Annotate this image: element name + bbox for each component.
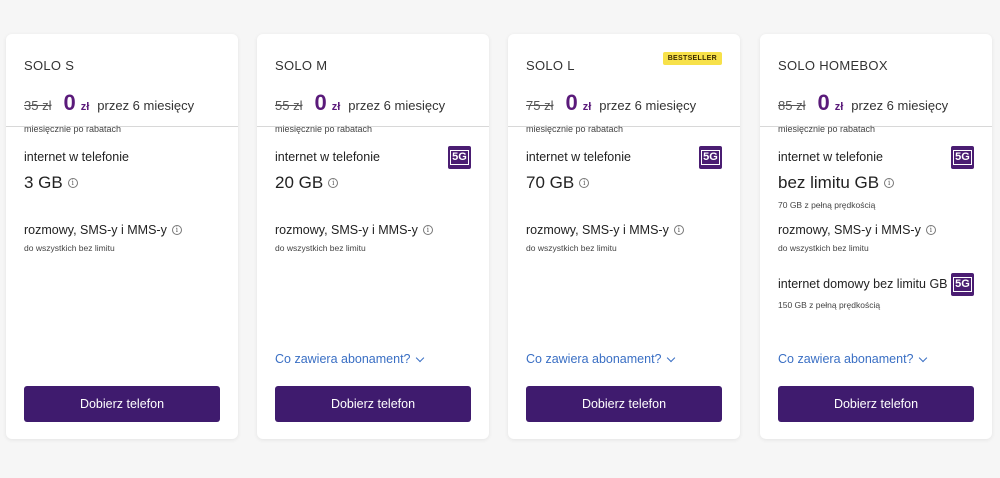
currency: zł — [331, 101, 341, 113]
calls-note: do wszystkich bez limitu — [275, 243, 366, 253]
calls-label-text: rozmowy, SMS-y i MMS-y — [778, 223, 921, 237]
plan-name: SOLO S — [24, 58, 75, 73]
monthly-note: miesięcznie po rabatach — [275, 124, 373, 134]
plan-card-solo-s: SOLO S 35 zł 0 zł przez 6 miesięcy miesi… — [6, 34, 238, 439]
choose-phone-button[interactable]: Dobierz telefon — [275, 386, 471, 422]
home-internet-label: internet domowy bez limitu GB — [778, 277, 948, 291]
currency: zł — [834, 101, 844, 113]
chevron-down-icon[interactable] — [666, 353, 675, 362]
plan-details-link-text[interactable]: Co zawiera abonament? — [275, 352, 411, 366]
info-icon[interactable]: i — [422, 225, 433, 235]
price-row: 55 zł 0 zł przez 6 miesięcy — [275, 90, 445, 116]
chevron-down-icon[interactable] — [918, 353, 927, 362]
price-row: 35 zł 0 zł przez 6 miesięcy — [24, 90, 194, 116]
bestseller-badge: BESTSELLER — [662, 52, 722, 65]
plan-details-link-text[interactable]: Co zawiera abonament? — [778, 352, 914, 366]
5g-icon-label: 5G — [450, 150, 469, 165]
plan-card-solo-m: SOLO M 55 zł 0 zł przez 6 miesięcy miesi… — [257, 34, 489, 439]
old-price: 55 zł — [275, 98, 303, 113]
new-price: 0 — [565, 90, 578, 115]
currency: zł — [582, 101, 592, 113]
choose-phone-button[interactable]: Dobierz telefon — [778, 386, 974, 422]
promo-period: przez 6 miesięcy — [348, 98, 446, 113]
chevron-down-icon[interactable] — [415, 353, 424, 362]
promo-period: przez 6 miesięcy — [599, 98, 697, 113]
info-icon[interactable]: i — [925, 225, 936, 235]
monthly-note: miesięcznie po rabatach — [24, 124, 122, 134]
calls-note: do wszystkich bez limitu — [24, 243, 115, 253]
internet-value: 70 GB i — [526, 173, 590, 193]
internet-note: 70 GB z pełną prędkością — [778, 200, 876, 210]
internet-label: internet w telefonie — [275, 150, 380, 164]
internet-label: internet w telefonie — [24, 150, 129, 164]
calls-label: rozmowy, SMS-y i MMS-y i — [778, 223, 936, 237]
calls-label: rozmowy, SMS-y i MMS-y i — [24, 223, 182, 237]
price-row: 85 zł 0 zł przez 6 miesięcy — [778, 90, 948, 116]
5g-icon: 5G — [951, 273, 974, 296]
5g-icon: 5G — [699, 146, 722, 169]
internet-value-text: 20 GB — [275, 173, 324, 192]
internet-value-text: 70 GB — [526, 173, 575, 192]
plan-name: SOLO HOMEBOX — [778, 58, 888, 73]
plan-details-link[interactable]: Co zawiera abonament? — [526, 352, 675, 366]
internet-label: internet w telefonie — [526, 150, 631, 164]
choose-phone-button[interactable]: Dobierz telefon — [24, 386, 220, 422]
home-internet-note: 150 GB z pełną prędkością — [778, 300, 881, 310]
old-price: 35 zł — [24, 98, 52, 113]
calls-label-text: rozmowy, SMS-y i MMS-y — [24, 223, 167, 237]
plan-details-link[interactable]: Co zawiera abonament? — [275, 352, 424, 366]
promo-period: przez 6 miesięcy — [97, 98, 195, 113]
info-icon[interactable]: i — [328, 178, 339, 188]
plan-card-solo-l: SOLO L BESTSELLER 75 zł 0 zł przez 6 mie… — [508, 34, 740, 439]
old-price: 85 zł — [778, 98, 806, 113]
new-price: 0 — [63, 90, 76, 115]
calls-label-text: rozmowy, SMS-y i MMS-y — [526, 223, 669, 237]
info-icon[interactable]: i — [673, 225, 684, 235]
calls-label-text: rozmowy, SMS-y i MMS-y — [275, 223, 418, 237]
new-price: 0 — [314, 90, 327, 115]
internet-value: 3 GB i — [24, 173, 78, 193]
promo-period: przez 6 miesięcy — [851, 98, 949, 113]
info-icon[interactable]: i — [579, 178, 590, 188]
internet-value: 20 GB i — [275, 173, 339, 193]
old-price: 75 zł — [526, 98, 554, 113]
internet-value-text: 3 GB — [24, 173, 63, 192]
plan-name: SOLO L — [526, 58, 575, 73]
currency: zł — [80, 101, 90, 113]
plan-details-link[interactable]: Co zawiera abonament? — [778, 352, 927, 366]
choose-phone-button[interactable]: Dobierz telefon — [526, 386, 722, 422]
5g-icon-label: 5G — [701, 150, 720, 165]
internet-value-text: bez limitu GB — [778, 173, 880, 192]
calls-note: do wszystkich bez limitu — [778, 243, 869, 253]
monthly-note: miesięcznie po rabatach — [778, 124, 876, 134]
new-price: 0 — [817, 90, 830, 115]
plan-card-solo-homebox: SOLO HOMEBOX 85 zł 0 zł przez 6 miesięcy… — [760, 34, 992, 439]
calls-label: rozmowy, SMS-y i MMS-y i — [275, 223, 433, 237]
internet-label: internet w telefonie — [778, 150, 883, 164]
plan-details-link-text[interactable]: Co zawiera abonament? — [526, 352, 662, 366]
info-icon[interactable]: i — [171, 225, 182, 235]
info-icon[interactable]: i — [67, 178, 78, 188]
internet-value: bez limitu GB i — [778, 173, 895, 193]
plan-name: SOLO M — [275, 58, 328, 73]
5g-icon-label: 5G — [953, 150, 972, 165]
monthly-note: miesięcznie po rabatach — [526, 124, 624, 134]
5g-icon: 5G — [448, 146, 471, 169]
5g-icon: 5G — [951, 146, 974, 169]
5g-icon-label: 5G — [953, 277, 972, 292]
price-row: 75 zł 0 zł przez 6 miesięcy — [526, 90, 696, 116]
calls-label: rozmowy, SMS-y i MMS-y i — [526, 223, 684, 237]
info-icon[interactable]: i — [884, 178, 895, 188]
calls-note: do wszystkich bez limitu — [526, 243, 617, 253]
